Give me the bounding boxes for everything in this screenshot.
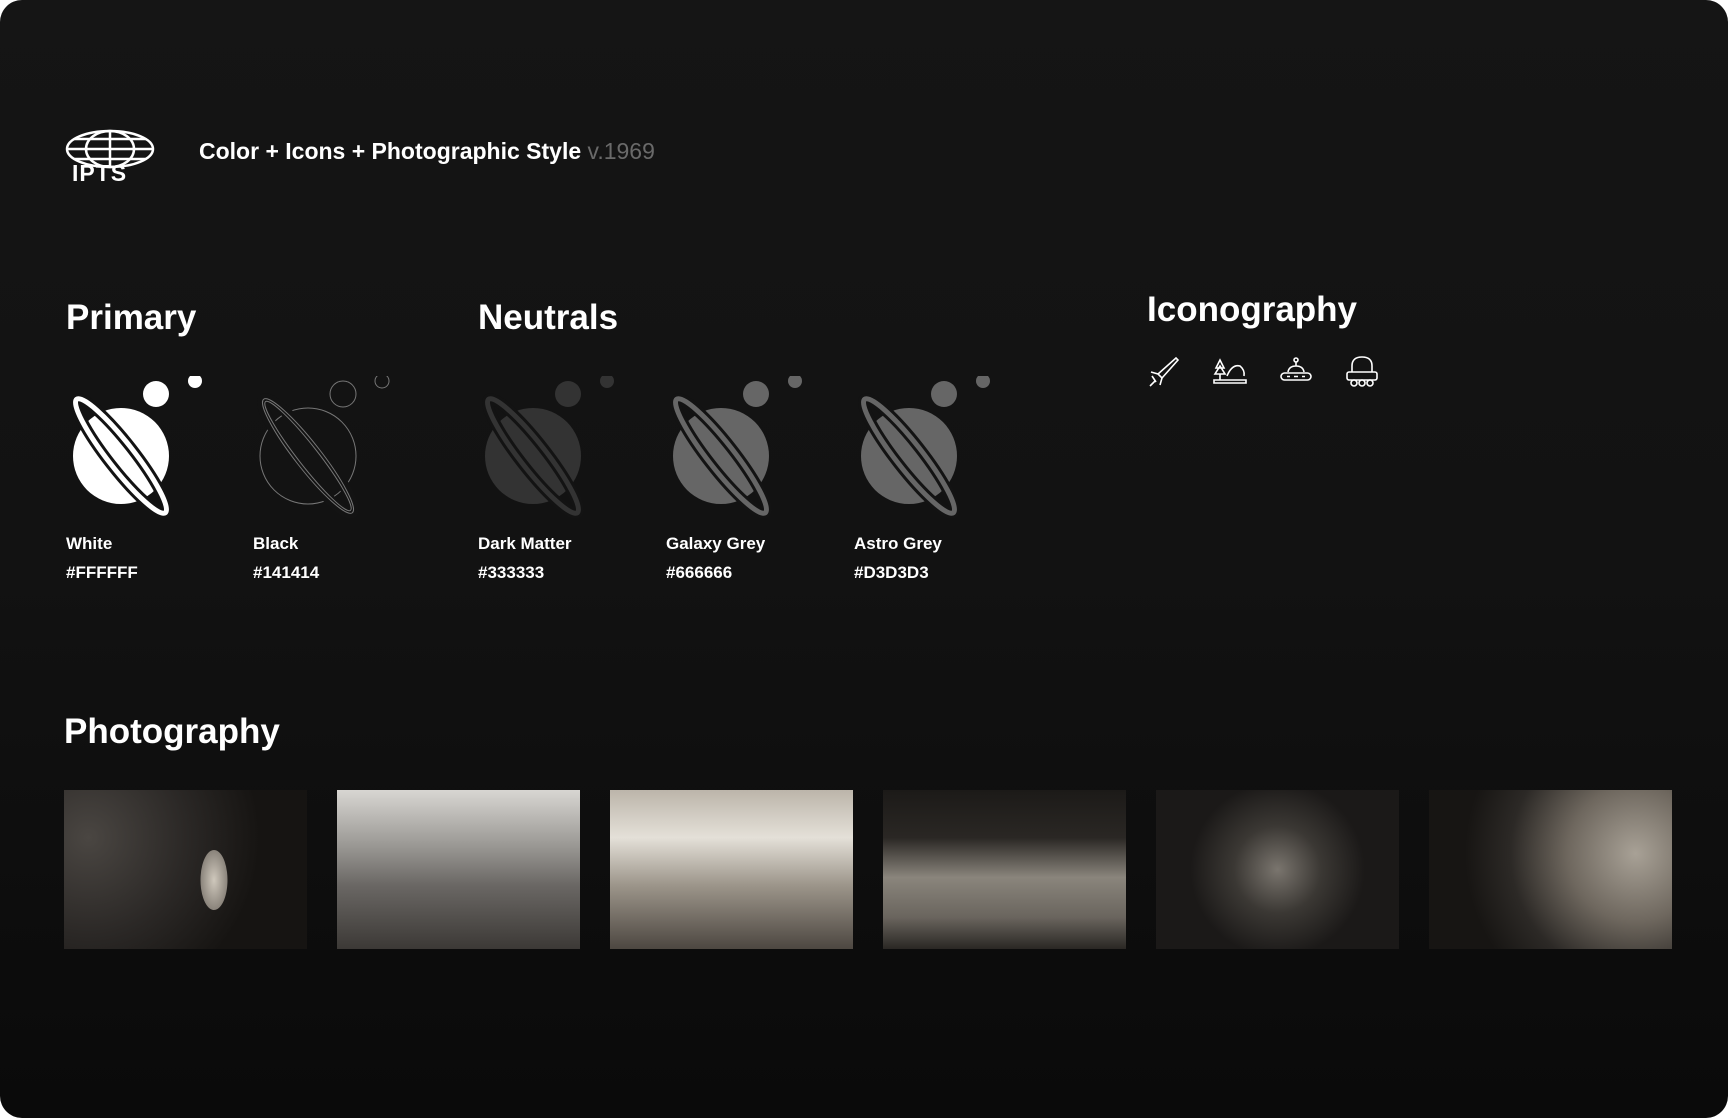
photo-strip <box>64 790 1672 949</box>
logo-text: IPTS <box>72 160 128 186</box>
style-guide-board: IPTS Color + Icons + Photographic Style … <box>0 0 1728 1118</box>
color-hex: #141414 <box>253 563 320 582</box>
version-label: v.1969 <box>587 138 655 164</box>
photo-astronauts-on-surface[interactable] <box>883 790 1126 949</box>
color-hex: #333333 <box>478 563 545 582</box>
planet-icon <box>482 376 614 519</box>
color-swatch-astro-grey: Astro Grey #D3D3D3 <box>854 376 1034 583</box>
color-swatch-dark-matter: Dark Matter #333333 <box>478 376 658 583</box>
title-text: Color + Icons + Photographic Style <box>199 138 582 164</box>
primary-heading: Primary <box>66 298 197 337</box>
planet-icon <box>257 376 390 519</box>
photography-heading: Photography <box>64 712 280 751</box>
rocket-icon <box>1149 356 1180 387</box>
color-swatch-white: White #FFFFFF <box>66 376 246 583</box>
color-hex: #666666 <box>666 563 733 582</box>
icon-set <box>1146 354 1380 388</box>
neutrals-heading: Neutrals <box>478 298 619 337</box>
color-name: Astro Grey <box>854 534 942 553</box>
rover-icon <box>1346 356 1378 387</box>
color-name: Galaxy Grey <box>666 534 766 553</box>
photo-space-station[interactable] <box>1156 790 1399 949</box>
color-swatch-black: Black #141414 <box>253 376 433 583</box>
color-name: White <box>66 534 113 553</box>
photo-astronaut-on-cliff[interactable] <box>337 790 580 949</box>
photo-radar-dish-rover[interactable] <box>610 790 853 949</box>
photo-satellite-over-moon[interactable] <box>64 790 307 949</box>
page-title: Color + Icons + Photographic Style v.196… <box>199 138 655 165</box>
planet-icon <box>670 376 802 519</box>
photo-gas-giant-planet[interactable] <box>1429 790 1672 949</box>
iconography-heading: Iconography <box>1147 290 1358 329</box>
color-hex: #D3D3D3 <box>854 563 929 582</box>
planet-icon <box>70 376 202 519</box>
color-swatch-galaxy-grey: Galaxy Grey #666666 <box>666 376 846 583</box>
color-name: Dark Matter <box>478 534 572 553</box>
landscape-ufo-icon <box>1213 358 1247 384</box>
ufo-icon <box>1280 357 1312 381</box>
color-name: Black <box>253 534 299 553</box>
color-hex: #FFFFFF <box>66 563 138 582</box>
planet-icon <box>858 376 990 519</box>
